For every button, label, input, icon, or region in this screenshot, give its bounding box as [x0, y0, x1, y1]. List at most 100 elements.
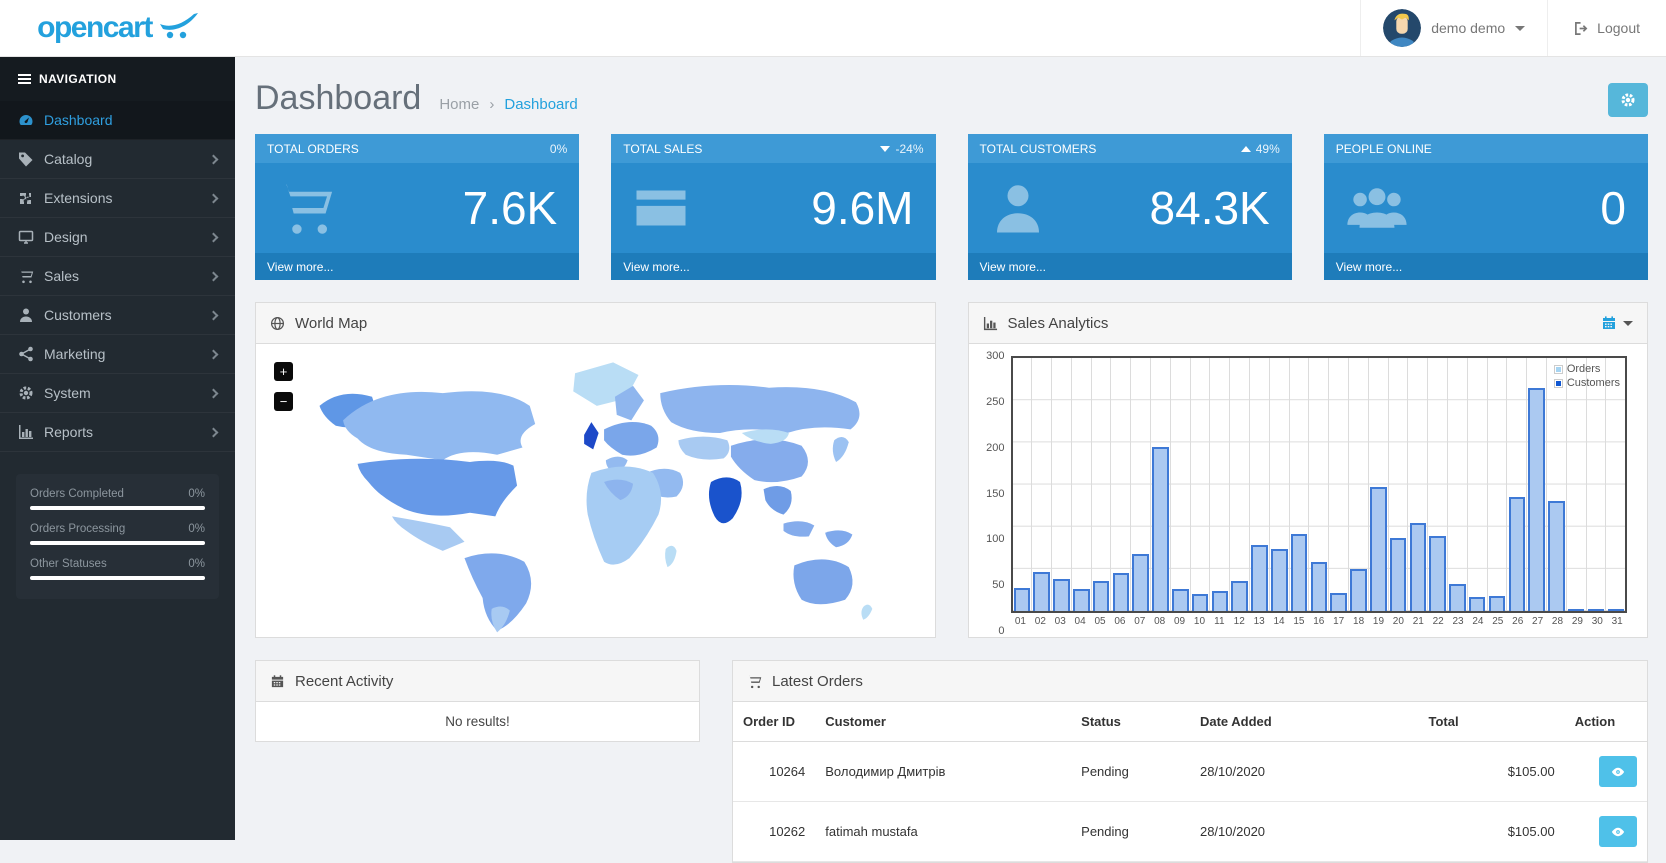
orders-bar — [1350, 569, 1367, 611]
opencart-logo[interactable]: opencart — [0, 0, 235, 56]
orders-bar — [1449, 584, 1466, 611]
x-tick-label: 10 — [1190, 616, 1210, 631]
y-tick-label: 200 — [986, 442, 1004, 454]
table-header-row: Order ID Customer Status Date Added Tota… — [733, 702, 1647, 742]
world-map-panel: World Map + − — [255, 302, 936, 638]
chevron-right-icon — [209, 193, 219, 203]
view-order-button[interactable] — [1599, 756, 1637, 787]
chevron-right-icon — [209, 271, 219, 281]
chart-slot — [1111, 358, 1131, 611]
sidebar-item-sales[interactable]: Sales — [0, 257, 235, 296]
dashboard-settings-button[interactable] — [1608, 83, 1648, 117]
recent-activity-empty: No results! — [256, 702, 699, 741]
map-zoom-in-button[interactable]: + — [274, 362, 293, 381]
gear-icon — [1620, 92, 1636, 108]
calendar-icon — [1601, 315, 1617, 331]
orders-bar — [1429, 536, 1446, 611]
sidebar-item-catalog[interactable]: Catalog — [0, 140, 235, 179]
orders-bar — [1271, 549, 1288, 611]
view-more-link[interactable]: View more... — [267, 260, 333, 274]
chart-slot — [1547, 358, 1567, 611]
legend-swatch-customers — [1554, 379, 1563, 388]
chart-slot — [1587, 358, 1607, 611]
bar-chart-icon — [18, 424, 34, 440]
legend-swatch-orders — [1554, 365, 1563, 374]
progress-bar — [30, 506, 205, 510]
chart-slot — [1250, 358, 1270, 611]
sidebar-item-extensions[interactable]: Extensions — [0, 179, 235, 218]
chart-plot-area: Orders Customers — [1011, 356, 1628, 613]
orders-bar — [1172, 589, 1189, 611]
chart-slot — [1290, 358, 1310, 611]
avatar — [1383, 9, 1421, 47]
map-zoom-out-button[interactable]: − — [274, 392, 293, 411]
latest-orders-table: Order ID Customer Status Date Added Tota… — [733, 702, 1647, 862]
breadcrumb-dashboard[interactable]: Dashboard — [504, 96, 577, 113]
column-order-id: Order ID — [733, 702, 815, 742]
eye-icon — [1611, 825, 1625, 839]
orders-bar — [1390, 538, 1407, 611]
caret-down-icon — [880, 146, 890, 152]
user-icon — [18, 307, 34, 323]
puzzle-icon — [18, 190, 34, 206]
orders-bar — [1192, 594, 1209, 611]
panel-title: World Map — [295, 315, 367, 332]
recent-activity-panel: Recent Activity No results! — [255, 660, 700, 742]
chart-slot — [1151, 358, 1171, 611]
globe-icon — [270, 316, 285, 331]
chart-slot — [1448, 358, 1468, 611]
shopping-cart-icon — [18, 268, 34, 284]
x-tick-label: 11 — [1209, 616, 1229, 631]
x-tick-label: 30 — [1587, 616, 1607, 631]
x-tick-label: 21 — [1408, 616, 1428, 631]
dashboard-icon — [18, 112, 34, 128]
tile-total-orders: TOTAL ORDERS 0% 7.6K View more... — [255, 134, 579, 280]
orders-bar — [1251, 545, 1268, 611]
sidebar-item-design[interactable]: Design — [0, 218, 235, 257]
chevron-right-icon — [209, 310, 219, 320]
sign-out-icon — [1574, 21, 1589, 36]
chart-slot — [1230, 358, 1250, 611]
x-tick-label: 02 — [1030, 616, 1050, 631]
chart-range-dropdown[interactable] — [1601, 315, 1633, 331]
caret-down-icon — [1623, 321, 1633, 326]
chart-slot — [1329, 358, 1349, 611]
tile-total-customers: TOTAL CUSTOMERS 49% 84.3K View more... — [968, 134, 1292, 280]
view-more-link[interactable]: View more... — [980, 260, 1046, 274]
table-row: 10264 Володимир Дмитрів Pending 28/10/20… — [733, 742, 1647, 802]
orders-bar — [1212, 591, 1229, 611]
x-tick-label: 01 — [1011, 616, 1031, 631]
sidebar-item-reports[interactable]: Reports — [0, 413, 235, 452]
view-more-link[interactable]: View more... — [623, 260, 689, 274]
x-tick-label: 26 — [1508, 616, 1528, 631]
cart-swoosh-icon — [158, 13, 198, 39]
chart-slot — [1171, 358, 1191, 611]
chevron-right-icon — [209, 154, 219, 164]
logout-button[interactable]: Logout — [1548, 0, 1666, 56]
order-status: Pending — [1071, 742, 1190, 802]
sidebar-menu: Dashboard Catalog Extensions Design — [0, 101, 235, 452]
view-order-button[interactable] — [1599, 816, 1637, 847]
chart-slot — [1032, 358, 1052, 611]
sidebar-item-dashboard[interactable]: Dashboard — [0, 101, 235, 140]
sidebar-item-customers[interactable]: Customers — [0, 296, 235, 335]
caret-up-icon — [1241, 146, 1251, 152]
sidebar-item-system[interactable]: System — [0, 374, 235, 413]
breadcrumb-home[interactable]: Home — [439, 96, 479, 113]
orders-bar — [1093, 581, 1110, 611]
stat-value: 0% — [188, 488, 205, 500]
world-map[interactable]: + − — [256, 344, 935, 637]
user-menu[interactable]: demo demo — [1360, 0, 1548, 56]
chart-slot — [1428, 358, 1448, 611]
table-row: 10262 fatimah mustafa Pending 28/10/2020… — [733, 802, 1647, 862]
monitor-icon — [18, 229, 34, 245]
x-tick-label: 04 — [1070, 616, 1090, 631]
chart-slot — [1527, 358, 1547, 611]
user-name: demo demo — [1431, 20, 1505, 36]
tile-total-sales: TOTAL SALES -24% 9.6M View more... — [611, 134, 935, 280]
chart-slot — [1606, 358, 1625, 611]
x-tick-label: 13 — [1249, 616, 1269, 631]
sidebar-item-marketing[interactable]: Marketing — [0, 335, 235, 374]
view-more-link[interactable]: View more... — [1336, 260, 1402, 274]
x-tick-label: 03 — [1050, 616, 1070, 631]
